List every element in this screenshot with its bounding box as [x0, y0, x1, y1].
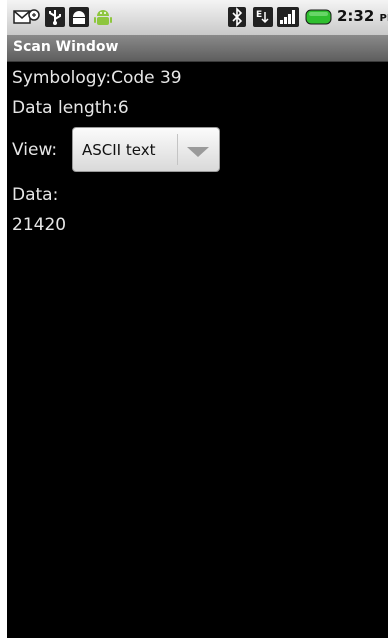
signal-bars-icon	[277, 7, 299, 27]
spinner-divider	[177, 134, 178, 165]
data-length-text: Data length:6	[12, 98, 129, 118]
view-select[interactable]: ASCII text	[72, 127, 220, 172]
edge-data-icon: E	[253, 7, 273, 27]
view-label: View:	[12, 140, 58, 160]
data-label: Data:	[12, 185, 59, 205]
window-title: Scan Window	[13, 39, 119, 55]
device-screen: E 2:32 PM Scan Window Symbology:Code 39 …	[7, 0, 388, 638]
android-debug-icon	[69, 7, 89, 27]
usb-icon	[45, 7, 65, 27]
battery-icon	[305, 9, 332, 25]
dropdown-arrow-icon	[187, 147, 209, 157]
missed-notification-icon	[13, 9, 40, 24]
title-bar: Scan Window	[7, 35, 388, 62]
bluetooth-icon	[228, 7, 246, 27]
status-time: 2:32 PM	[337, 7, 388, 25]
status-bar: E 2:32 PM	[7, 0, 388, 36]
view-select-value: ASCII text	[82, 141, 156, 159]
data-value: 21420	[12, 215, 67, 235]
svg-text:E: E	[256, 10, 262, 20]
symbology-text: Symbology:Code 39	[12, 68, 182, 88]
android-robot-icon	[94, 10, 112, 25]
